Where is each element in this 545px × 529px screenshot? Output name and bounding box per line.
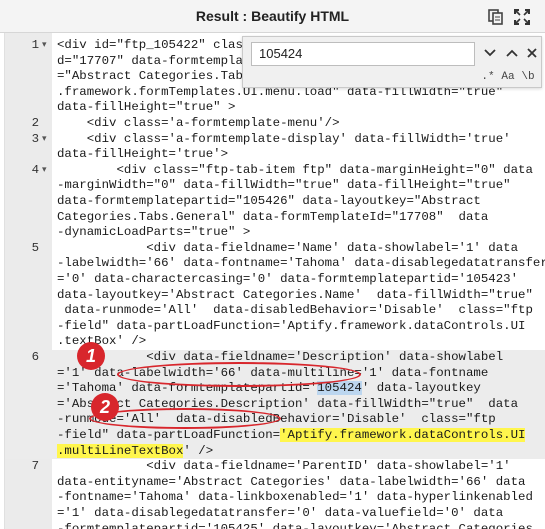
regex-toggle[interactable]: .* <box>479 69 497 85</box>
line-number: 1 <box>31 38 39 52</box>
line-number: 3 <box>31 131 39 146</box>
code-row: -formtemplatepartid='105425' data-layout… <box>57 521 533 529</box>
code-text: <div class="ftp-tab-item ftp" data-margi… <box>57 163 544 241</box>
code-line: 2 <div class='a-formtemplate-menu'/> <box>5 116 545 132</box>
code-row: -dynamicLoadParts="true" > <box>57 225 251 240</box>
code-row: <div data-fieldname='ParentID' data-show… <box>57 459 511 474</box>
code-text: <div class='a-formtemplate-menu'/> <box>57 116 544 132</box>
title-bar: Result : Beautify HTML <box>0 0 545 33</box>
code-row: <div class='a-formtemplate-display' data… <box>57 131 511 146</box>
find-next-icon[interactable] <box>479 42 501 66</box>
line-number: 6 <box>31 350 39 364</box>
code-row: data-layoutkey='Abstract Categories.Name… <box>57 287 533 302</box>
line-number: 5 <box>31 240 39 255</box>
code-row: .multiLineTextBox' /> <box>57 443 214 458</box>
code-row: -field" data-partLoadFunction='Aptify.fr… <box>57 427 526 442</box>
code-row: <div class='a-formtemplate-menu'/> <box>57 116 340 130</box>
annotation-badge-2: 2 <box>91 393 119 421</box>
line-number: 7 <box>31 459 39 474</box>
find-panel: 105424 .* Aa \b <box>242 36 542 88</box>
close-icon[interactable] <box>521 42 543 66</box>
search-input[interactable]: 105424 <box>251 42 475 66</box>
code-row: <div class="ftp-tab-item ftp" data-margi… <box>57 162 533 177</box>
code-text: <div data-fieldname='ParentID' data-show… <box>57 459 544 529</box>
code-row: data-entityname='Abstract Categories' da… <box>57 474 526 489</box>
code-row: data-formtemplatepartid="105426" data-la… <box>57 193 481 208</box>
code-line: 7 <div data-fieldname='ParentID' data-sh… <box>5 459 545 529</box>
code-row: data-fillHeight='true'> <box>57 147 229 162</box>
code-row: .textBox' /> <box>57 334 147 349</box>
code-line: 3 ▾ <div class='a-formtemplate-display' d… <box>5 132 545 163</box>
code-editor[interactable]: 1 ▾ <div id="ftp_105422" class d="17707" da… <box>4 33 545 529</box>
code-row: ='1' data-disablegedatatransfer='0' data… <box>57 505 504 520</box>
code-line: 5 <div data-fieldname='Name' data-showla… <box>5 241 545 350</box>
highlighted-text: 'Aptify.framework.dataControls.UI <box>280 427 526 442</box>
code-row: data-runmode='All' data-disabledBehavior… <box>57 303 533 318</box>
code-text: <div class='a-formtemplate-display' data… <box>57 132 544 163</box>
code-text: <div data-fieldname='Name' data-showlabe… <box>57 240 545 350</box>
find-previous-icon[interactable] <box>501 42 523 66</box>
code-line: 4 ▾ <div class="ftp-tab-item ftp" data-ma… <box>5 163 545 241</box>
fullscreen-icon[interactable] <box>513 8 531 26</box>
code-row: -field" data-partLoadFunction='Aptify.fr… <box>57 318 526 333</box>
highlighted-text: .multiLineTextBox <box>57 443 184 458</box>
fold-toggle-icon[interactable]: ▾ <box>42 132 47 148</box>
code-row: Categories.Tabs.General" data-formTempla… <box>57 209 489 224</box>
code-row: -fontname='Tahoma' data-linkboxenabled='… <box>57 490 533 505</box>
fold-toggle-icon[interactable]: ▾ <box>42 38 47 54</box>
code-row: -labelwidth='66' data-fontname='Tahoma' … <box>57 256 545 271</box>
code-row: ='0' data-charactercasing='0' data-formt… <box>57 271 519 286</box>
copy-icon[interactable] <box>488 9 504 25</box>
line-number: 2 <box>31 116 39 130</box>
annotation-circle-1 <box>117 362 361 387</box>
window-title: Result : Beautify HTML <box>195 8 350 24</box>
line-number: 4 <box>31 162 39 177</box>
fold-toggle-icon[interactable]: ▾ <box>42 163 47 179</box>
code-row: -marginWidth="0" data-fillWidth="true" d… <box>57 178 511 193</box>
annotation-badge-1: 1 <box>77 342 105 370</box>
whole-word-toggle[interactable]: \b <box>519 69 537 85</box>
match-case-toggle[interactable]: Aa <box>499 69 517 85</box>
code-row: <div data-fieldname='Name' data-showlabe… <box>57 240 519 255</box>
code-row: data-fillHeight="true" > <box>57 100 236 115</box>
